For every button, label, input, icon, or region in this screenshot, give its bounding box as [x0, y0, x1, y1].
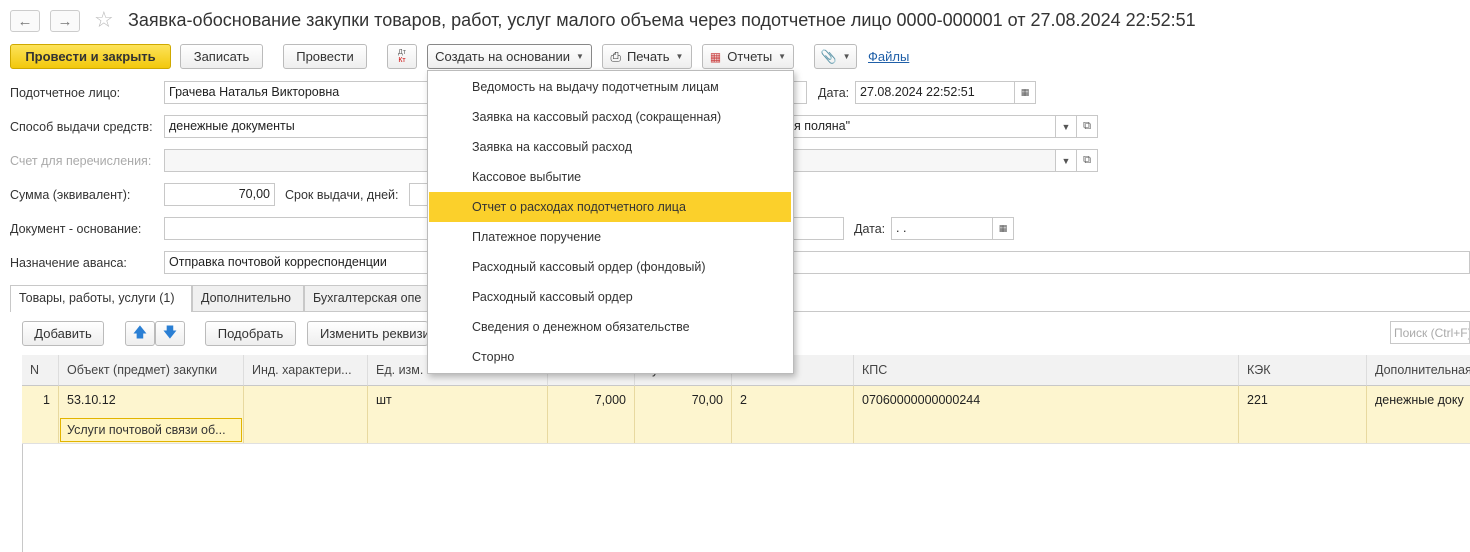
change-details-button[interactable]: Изменить реквизи: [307, 321, 428, 346]
date-field[interactable]: 27.08.2024 22:52:51: [855, 81, 1015, 104]
cell-sum[interactable]: 70,00: [635, 386, 732, 443]
menu-item-cash-request[interactable]: Заявка на кассовый расход: [429, 132, 791, 162]
cell-kps[interactable]: 07060000000000244: [854, 386, 1239, 443]
cell-quantity[interactable]: 7,000: [548, 386, 635, 443]
accountable-field-end[interactable]: [794, 81, 807, 104]
sum-label: Сумма (эквивалент):: [10, 188, 131, 202]
basis-date-field[interactable]: . .: [891, 217, 993, 240]
menu-item-cash-request-short[interactable]: Заявка на кассовый расход (сокращенная): [429, 102, 791, 132]
cell-kek[interactable]: 221: [1239, 386, 1367, 443]
cell-kfo[interactable]: 2: [732, 386, 854, 443]
method-field[interactable]: денежные документы: [164, 115, 428, 138]
row-divider: [22, 443, 1470, 444]
cell-unit[interactable]: шт: [368, 386, 548, 443]
accountable-label: Подотчетное лицо:: [10, 86, 121, 100]
post-button[interactable]: Провести: [283, 44, 367, 69]
basis-label: Документ - основание:: [10, 222, 142, 236]
files-link[interactable]: Файлы: [868, 49, 909, 64]
open-icon[interactable]: ⧉: [1076, 115, 1098, 138]
menu-item-cash-order[interactable]: Расходный кассовый ордер: [429, 282, 791, 312]
menu-item-storno[interactable]: Сторно: [429, 342, 791, 372]
caret-down-icon: ▼: [778, 52, 787, 61]
caret-down-icon: ▼: [842, 52, 851, 61]
add-button[interactable]: Добавить: [22, 321, 104, 346]
tab-goods[interactable]: Товары, работы, услуги (1): [10, 285, 192, 312]
kt-label: Кт: [398, 56, 406, 64]
organization-field[interactable]: я поляна": [794, 115, 1056, 138]
tab-additional[interactable]: Дополнительно: [192, 285, 304, 311]
date-label: Дата:: [818, 86, 850, 100]
dropdown-icon[interactable]: ▼: [1055, 115, 1077, 138]
move-down-button[interactable]: 🡇: [155, 321, 185, 346]
col-characteristic[interactable]: Инд. характери...: [244, 355, 368, 386]
open-icon[interactable]: ⧉: [1076, 149, 1098, 172]
back-button[interactable]: ←: [10, 10, 40, 32]
purpose-label: Назначение аванса:: [10, 256, 127, 270]
forward-button[interactable]: →: [50, 10, 80, 32]
move-up-button[interactable]: 🡅: [125, 321, 155, 346]
calendar-icon[interactable]: ▦: [992, 217, 1014, 240]
col-extra[interactable]: Дополнительная: [1367, 355, 1470, 386]
arrow-down-icon: 🡇: [162, 323, 178, 340]
accountable-field[interactable]: Грачева Наталья Викторовна: [164, 81, 428, 104]
pick-button[interactable]: Подобрать: [205, 321, 296, 346]
col-kek[interactable]: КЭК: [1239, 355, 1367, 386]
save-button[interactable]: Записать: [180, 44, 263, 69]
dropdown-icon[interactable]: ▼: [1055, 149, 1077, 172]
arrow-right-icon: →: [57, 12, 73, 30]
reports-button[interactable]: ▦ Отчеты ▼: [702, 44, 794, 69]
cell-extra[interactable]: денежные доку: [1367, 386, 1470, 443]
transfer-field-end: [794, 149, 1056, 172]
create-based-button[interactable]: Создать на основании ▼: [427, 44, 592, 69]
star-icon[interactable]: ☆: [94, 7, 114, 33]
basis-date-label: Дата:: [854, 222, 886, 236]
search-input[interactable]: Поиск (Ctrl+F): [1390, 321, 1470, 344]
caret-down-icon: ▼: [675, 52, 684, 61]
cell-object-name[interactable]: Услуги почтовой связи об...: [60, 418, 242, 442]
caret-down-icon: ▼: [575, 52, 584, 61]
transfer-label: Счет для перечисления:: [10, 154, 152, 168]
method-label: Способ выдачи средств:: [10, 120, 153, 134]
calendar-icon[interactable]: ▦: [1014, 81, 1036, 104]
tab-accounting[interactable]: Бухгалтерская опе: [304, 285, 428, 311]
menu-item-cash-disposal[interactable]: Кассовое выбытие: [429, 162, 791, 192]
menu-item-expense-report[interactable]: Отчет о расходах подотчетного лица: [429, 192, 791, 222]
reports-label: Отчеты: [727, 49, 773, 64]
create-based-menu: Ведомость на выдачу подотчетным лицам За…: [427, 70, 794, 374]
sum-field[interactable]: 70,00: [164, 183, 275, 206]
menu-item-cash-order-fund[interactable]: Расходный кассовый ордер (фондовый): [429, 252, 791, 282]
col-object[interactable]: Объект (предмет) закупки: [59, 355, 244, 386]
print-label: Печать: [626, 49, 670, 64]
dt-label: Дт: [398, 48, 406, 56]
create-based-label: Создать на основании: [435, 49, 570, 64]
term-label: Срок выдачи, дней:: [285, 188, 399, 202]
report-icon: ▦: [709, 49, 722, 64]
arrow-left-icon: ←: [17, 12, 33, 30]
basis-field[interactable]: [164, 217, 428, 240]
transfer-field: [164, 149, 428, 172]
cell-characteristic[interactable]: [244, 386, 368, 443]
menu-item-payment-order[interactable]: Платежное поручение: [429, 222, 791, 252]
col-kps[interactable]: КПС: [854, 355, 1239, 386]
purpose-field-end[interactable]: [794, 251, 1470, 274]
purpose-field[interactable]: Отправка почтовой корреспонденции: [164, 251, 428, 274]
attach-button[interactable]: 📎 ▼: [814, 44, 857, 69]
col-n[interactable]: N: [22, 355, 59, 386]
cell-n[interactable]: 1: [22, 386, 59, 443]
dt-kt-button[interactable]: Дт Кт: [387, 44, 417, 69]
menu-item-advance-statement[interactable]: Ведомость на выдачу подотчетным лицам: [429, 72, 791, 102]
paperclip-icon: 📎: [820, 48, 837, 64]
print-button[interactable]: ⎙ Печать ▼: [602, 44, 692, 69]
term-field[interactable]: [409, 183, 429, 206]
post-and-close-button[interactable]: Провести и закрыть: [10, 44, 171, 69]
page-title: Заявка-обоснование закупки товаров, рабо…: [128, 10, 1196, 30]
menu-item-obligation-info[interactable]: Сведения о денежном обязательстве: [429, 312, 791, 342]
basis-field-end[interactable]: [794, 217, 844, 240]
arrow-up-icon: 🡅: [132, 323, 148, 340]
printer-icon: ⎙: [610, 48, 621, 64]
